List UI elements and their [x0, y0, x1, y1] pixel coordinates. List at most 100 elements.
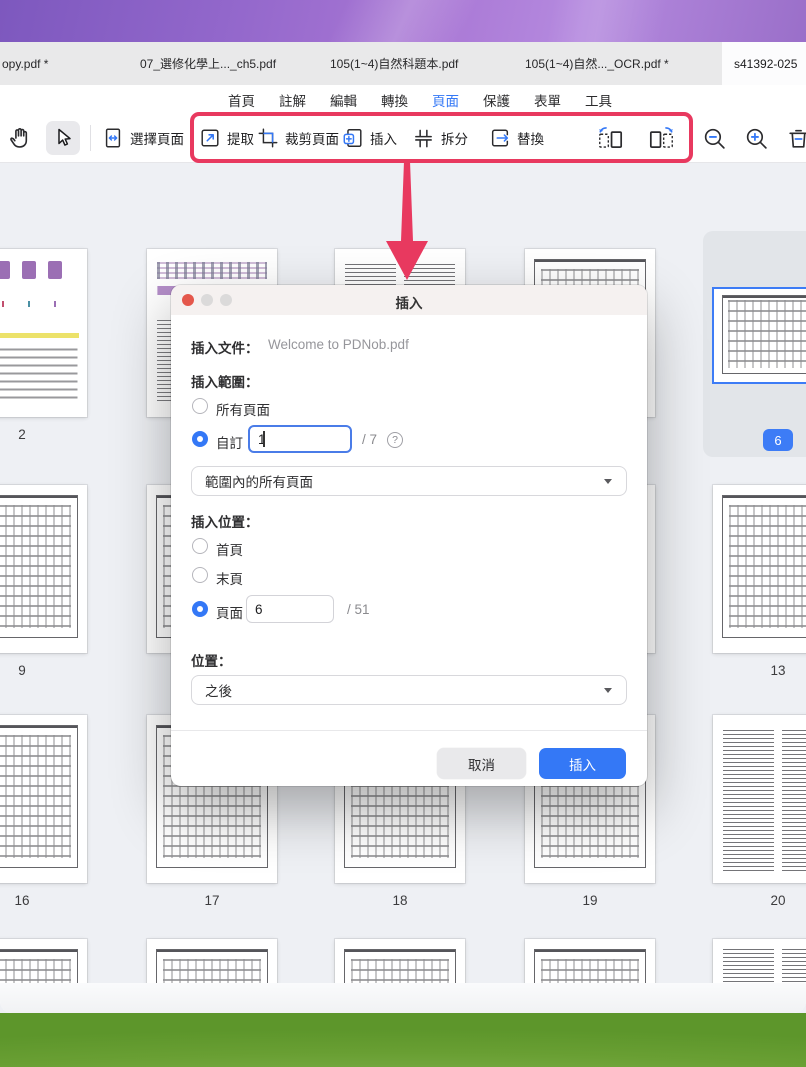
tab-document-active[interactable]: s41392-025: [722, 42, 806, 85]
cursor-arrow-icon: [51, 126, 75, 150]
range-filter-value: 範圍內的所有頁面: [205, 471, 313, 491]
insert-label: 插入: [370, 128, 397, 148]
page-preview-content: [525, 939, 655, 983]
thumbnail-page-16[interactable]: [0, 715, 87, 883]
cancel-button[interactable]: 取消: [437, 748, 526, 779]
toolbar-divider: [90, 125, 91, 151]
rotate-right-icon: [646, 125, 676, 151]
menu-tools[interactable]: 工具: [585, 90, 612, 110]
thumbnail-page-24[interactable]: [525, 939, 655, 983]
page-number: 17: [147, 893, 277, 908]
rotate-left-icon: [596, 125, 626, 151]
thumbnail-page-9[interactable]: [0, 485, 87, 653]
position-select-value: 之後: [205, 680, 232, 700]
insert-page-icon: [342, 127, 364, 149]
page-preview-content: [714, 289, 806, 382]
dialog-titlebar: 插入: [171, 285, 647, 315]
page-preview-content: [713, 715, 806, 883]
crop-icon: [257, 127, 279, 149]
radio-first-page[interactable]: [192, 538, 208, 554]
menu-convert[interactable]: 轉換: [381, 90, 408, 110]
thumbnail-page-25[interactable]: [713, 939, 806, 983]
thumbnail-page-13[interactable]: [713, 485, 806, 653]
tab-document-4[interactable]: 105(1~4)自然..._OCR.pdf *: [525, 42, 669, 85]
zoom-out-button[interactable]: [702, 114, 727, 162]
select-pages-icon: [102, 127, 124, 149]
hand-tool-button[interactable]: [8, 114, 34, 162]
selected-page-badge: 6: [763, 429, 793, 451]
page-number: 20: [713, 893, 806, 908]
select-pages-button[interactable]: 選擇頁面: [102, 114, 184, 162]
thumbnail-page-20[interactable]: [713, 715, 806, 883]
tab-document-1[interactable]: opy.pdf *: [2, 42, 48, 85]
rotate-right-button[interactable]: [646, 114, 676, 162]
chevron-down-icon: [604, 479, 612, 484]
tab-document-2[interactable]: 07_選修化學上..._ch5.pdf: [140, 42, 276, 85]
document-tab-bar: opy.pdf * 07_選修化學上..._ch5.pdf 105(1~4)自然…: [0, 42, 806, 85]
text-caret: [263, 431, 265, 447]
replace-button[interactable]: 替換: [489, 114, 544, 162]
radio-page-number[interactable]: [192, 601, 208, 617]
thumbnail-page-2[interactable]: [0, 249, 87, 417]
menu-protect[interactable]: 保護: [483, 90, 510, 110]
replace-label: 替換: [517, 128, 544, 148]
thumbnail-selected-page[interactable]: 6: [703, 231, 806, 457]
crop-pages-label: 裁剪頁面: [285, 128, 339, 148]
rotate-left-button[interactable]: [596, 114, 626, 162]
ribbon-menu-bar: 首頁 註解 編輯 轉換 頁面 保護 表單 工具: [0, 85, 806, 114]
screen: opy.pdf * 07_選修化學上..._ch5.pdf 105(1~4)自然…: [0, 0, 806, 1067]
position-select[interactable]: 之後: [191, 675, 627, 705]
menu-home[interactable]: 首頁: [228, 90, 255, 110]
page-number-total: / 51: [347, 602, 370, 617]
dialog-title: 插入: [171, 292, 647, 312]
page-number: 2: [0, 427, 87, 442]
insert-confirm-button[interactable]: 插入: [539, 748, 626, 779]
page-preview-content: [0, 249, 87, 417]
page-preview-content: [335, 939, 465, 983]
custom-label: 自訂: [216, 432, 243, 452]
dialog-footer-divider: [171, 730, 647, 731]
desktop-wallpaper-bottom: [0, 1013, 806, 1067]
extract-label: 提取: [227, 128, 254, 148]
radio-last-page[interactable]: [192, 567, 208, 583]
page-number: 9: [0, 663, 87, 678]
thumbnail-page-22[interactable]: [147, 939, 277, 983]
thumbnail-page-23[interactable]: [335, 939, 465, 983]
select-pages-label: 選擇頁面: [130, 128, 184, 148]
page-number: 19: [525, 893, 655, 908]
page-preview-content: [713, 485, 806, 653]
insert-button[interactable]: 插入: [342, 114, 397, 162]
tab-document-3[interactable]: 105(1~4)自然科題本.pdf: [330, 42, 458, 85]
split-button[interactable]: 拆分: [412, 114, 468, 162]
zoom-in-button[interactable]: [744, 114, 769, 162]
page-preview-content: [713, 939, 806, 983]
delete-page-button[interactable]: [786, 114, 806, 162]
split-pages-icon: [412, 127, 435, 150]
range-filter-select[interactable]: 範圍內的所有頁面: [191, 466, 627, 496]
insert-dialog: 插入 插入文件： Welcome to PDNob.pdf 插入範圍： 所有頁面…: [171, 285, 647, 786]
menu-annotate[interactable]: 註解: [279, 90, 306, 110]
trash-icon: [786, 126, 806, 151]
menu-form[interactable]: 表單: [534, 90, 561, 110]
crop-pages-button[interactable]: 裁剪頁面: [257, 114, 339, 162]
thumbnail-page-21[interactable]: [0, 939, 87, 983]
select-tool-button[interactable]: [46, 121, 80, 155]
extract-icon: [199, 127, 221, 149]
page-number-input[interactable]: [246, 595, 334, 623]
thumbnail-page-image[interactable]: [712, 287, 806, 384]
extract-button[interactable]: 提取: [199, 114, 254, 162]
page-preview-content: [0, 715, 87, 883]
chevron-down-icon: [604, 688, 612, 693]
page-toolbar: 選擇頁面 提取 裁剪頁面 插入 拆分 替換: [0, 114, 806, 163]
last-page-label: 末頁: [216, 568, 243, 588]
page-preview-content: [0, 485, 87, 653]
split-label: 拆分: [441, 128, 468, 148]
hand-icon: [8, 125, 34, 151]
radio-all-pages[interactable]: [192, 398, 208, 414]
menu-page[interactable]: 頁面: [432, 90, 459, 110]
page-label: 頁面: [216, 602, 243, 622]
menu-edit[interactable]: 編輯: [330, 90, 357, 110]
custom-range-total: / 7: [362, 432, 377, 447]
radio-custom-range[interactable]: [192, 431, 208, 447]
help-icon[interactable]: ?: [387, 432, 403, 448]
